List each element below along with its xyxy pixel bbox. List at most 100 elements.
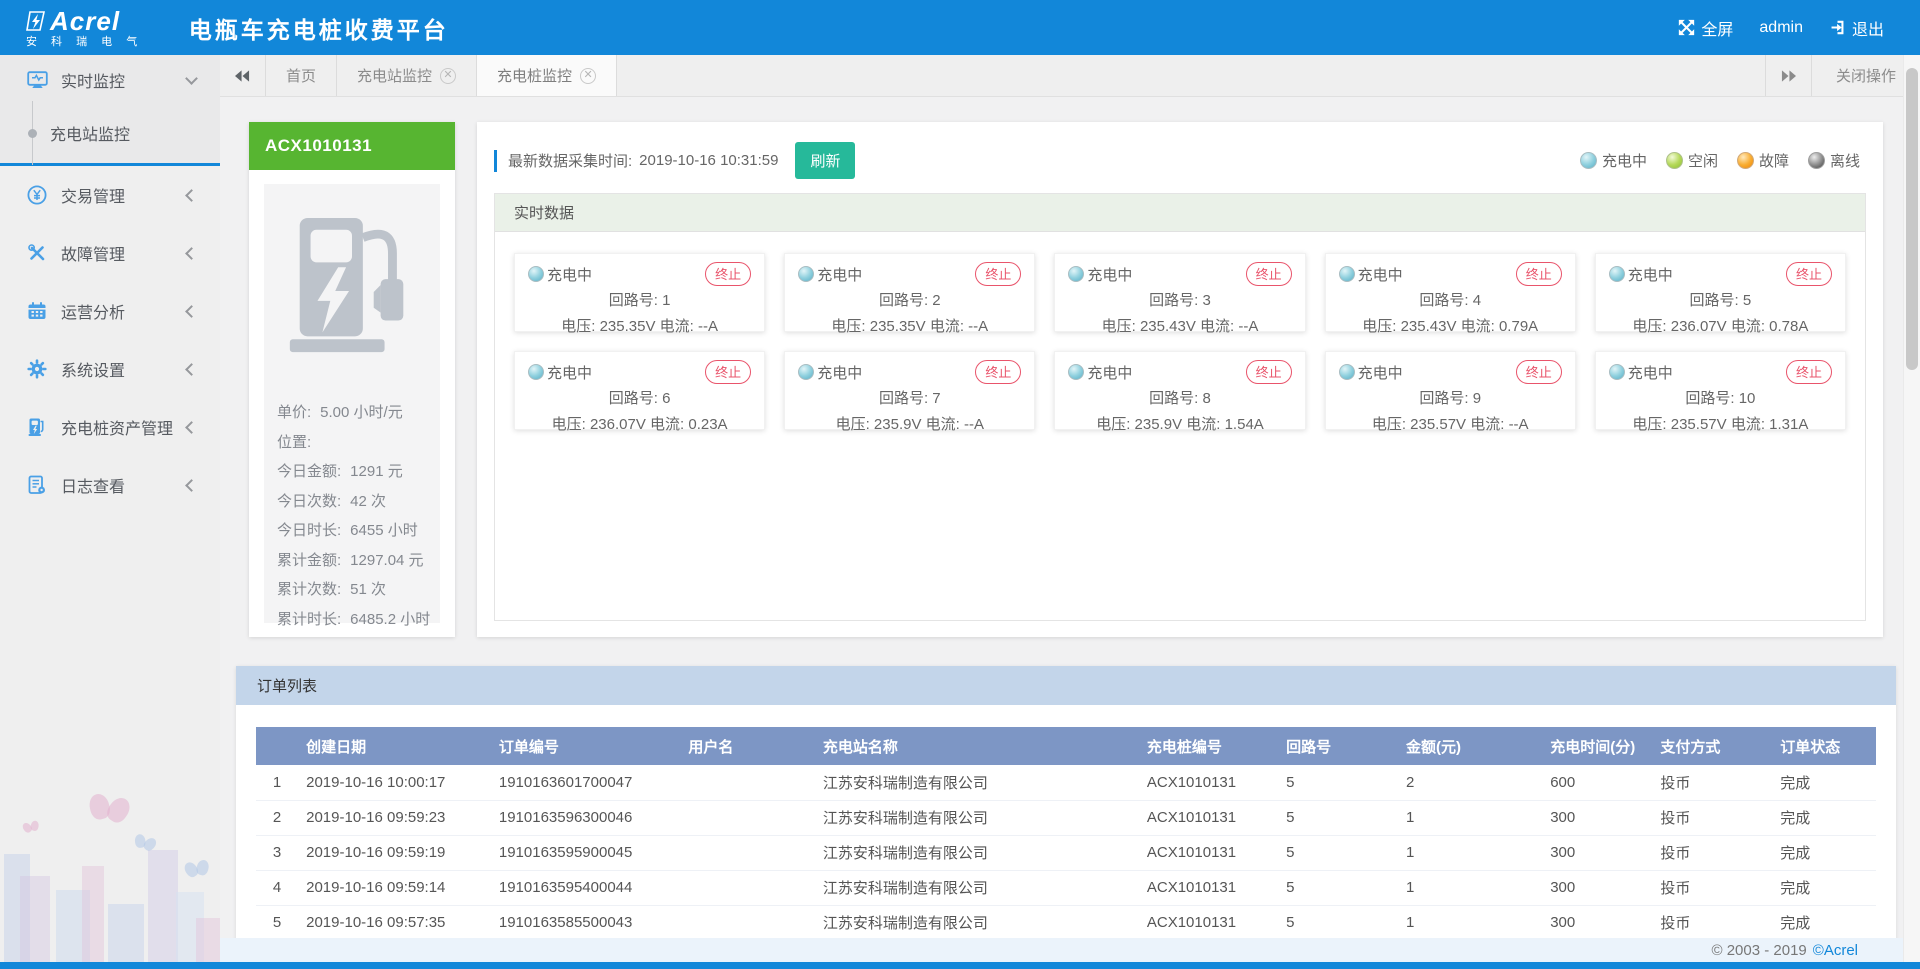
- status-dot-offline-icon: [1808, 152, 1825, 169]
- col-header-回路号: 回路号: [1278, 727, 1398, 765]
- circuit-measurements: 电压: 235.35V 电流: --A: [528, 315, 751, 336]
- legend-label: 充电中: [1602, 150, 1647, 171]
- circuit-measurements: 电压: 235.43V 电流: --A: [1068, 315, 1291, 336]
- orders-table-header-row: 创建日期订单编号用户名充电站名称充电桩编号回路号金额(元)充电时间(分)支付方式…: [256, 727, 1876, 765]
- tab-首页[interactable]: 首页: [266, 55, 337, 96]
- table-row: 22019-10-16 09:59:231910163596300046江苏安科…: [256, 800, 1876, 835]
- station-stat-row: 今日金额:1291 元: [277, 457, 427, 487]
- current-label: 电流:: [1731, 318, 1769, 335]
- terminate-button[interactable]: 终止: [1516, 360, 1562, 384]
- cell: 2019-10-16 09:57:35: [298, 905, 491, 938]
- logout-button[interactable]: 退出: [1821, 16, 1892, 40]
- sidebar-item-label: 实时监控: [61, 68, 187, 92]
- circuit-value: 3: [1202, 292, 1210, 309]
- cell: ACX1010131: [1139, 870, 1278, 905]
- legend-label: 空闲: [1688, 150, 1718, 171]
- brand-link[interactable]: ©Acrel: [1813, 942, 1858, 959]
- gear-icon: [26, 358, 48, 380]
- circuit-number: 回路号: 7: [798, 387, 1021, 408]
- chevron-left-icon: [185, 479, 198, 492]
- username[interactable]: admin: [1751, 19, 1811, 37]
- cell: 完成: [1772, 835, 1876, 870]
- legend-fault: 故障: [1737, 150, 1789, 171]
- fullscreen-button[interactable]: 全屏: [1670, 16, 1741, 40]
- terminate-button[interactable]: 终止: [1516, 262, 1562, 286]
- current-value: 0.78A: [1769, 318, 1808, 335]
- sidebar-item-4[interactable]: 系统设置: [0, 340, 220, 398]
- circuit-label: 回路号:: [1685, 390, 1738, 407]
- cell: 投币: [1652, 835, 1772, 870]
- terminate-button[interactable]: 终止: [975, 360, 1021, 384]
- cell: 1910163585500043: [491, 905, 681, 938]
- stat-label: 今日金额:: [277, 457, 341, 487]
- terminate-button[interactable]: 终止: [1786, 360, 1832, 384]
- col-header-用户名: 用户名: [680, 727, 814, 765]
- status-dot-charging-icon: [1609, 266, 1625, 282]
- order-list-title: 订单列表: [236, 666, 1896, 705]
- row-index: 1: [256, 765, 298, 800]
- cell: [680, 905, 814, 938]
- circuit-number: 回路号: 5: [1609, 289, 1832, 310]
- tab-充电桩监控[interactable]: 充电桩监控✕: [477, 55, 617, 96]
- terminate-button[interactable]: 终止: [705, 262, 751, 286]
- status-dot-fault-icon: [1737, 152, 1754, 169]
- current-value: --A: [1238, 318, 1258, 335]
- tab-充电站监控[interactable]: 充电站监控✕: [337, 55, 477, 96]
- sidebar-item-3[interactable]: 运营分析: [0, 282, 220, 340]
- row-index: 3: [256, 835, 298, 870]
- current-label: 电流:: [660, 318, 698, 335]
- cell: 完成: [1772, 800, 1876, 835]
- sidebar-item-2[interactable]: 故障管理: [0, 224, 220, 282]
- current-label: 电流:: [926, 416, 964, 433]
- cell: 1: [1398, 800, 1542, 835]
- sidebar-subitem-0-0[interactable]: 充电站监控: [0, 105, 220, 161]
- cell: 5: [1278, 835, 1398, 870]
- terminate-button[interactable]: 终止: [1246, 262, 1292, 286]
- circuit-status: 充电中: [547, 264, 592, 285]
- circuit-number: 回路号: 4: [1339, 289, 1562, 310]
- circuit-measurements: 电压: 235.9V 电流: 1.54A: [1068, 413, 1291, 434]
- voltage-value: 235.43V: [1401, 318, 1461, 335]
- refresh-button[interactable]: 刷新: [795, 142, 855, 179]
- sidebar-item-1[interactable]: 交易管理: [0, 166, 220, 224]
- cell: ACX1010131: [1139, 835, 1278, 870]
- terminate-button[interactable]: 终止: [1786, 262, 1832, 286]
- stat-value: 6485.2 小时: [350, 605, 430, 635]
- voltage-value: 236.07V: [590, 416, 650, 433]
- circuit-value: 1: [662, 292, 670, 309]
- current-label: 电流:: [1200, 318, 1238, 335]
- tab-close-icon[interactable]: ✕: [440, 68, 456, 84]
- scrollbar-thumb[interactable]: [1906, 68, 1918, 370]
- circuit-label: 回路号:: [1419, 292, 1472, 309]
- voltage-value: 235.57V: [1671, 416, 1731, 433]
- sidebar-item-5[interactable]: 充电桩资产管理: [0, 398, 220, 456]
- chevron-left-icon: [185, 421, 198, 434]
- terminate-button[interactable]: 终止: [1246, 360, 1292, 384]
- cell: 1910163595400044: [491, 870, 681, 905]
- sidebar-item-0[interactable]: 实时监控: [0, 55, 220, 105]
- circuit-number: 回路号: 1: [528, 289, 751, 310]
- sidebar-item-label: 充电桩资产管理: [61, 415, 187, 439]
- circuit-card-top: 充电中终止: [1068, 262, 1291, 286]
- vertical-scrollbar[interactable]: [1903, 55, 1920, 962]
- circuit-status: 充电中: [1628, 362, 1673, 383]
- monitor-icon: [26, 69, 48, 91]
- circuit-card-8: 充电中终止回路号: 8电压: 235.9V 电流: 1.54A: [1054, 351, 1305, 430]
- tab-close-icon[interactable]: ✕: [580, 68, 596, 84]
- scroll-tabs-left-button[interactable]: [220, 55, 266, 96]
- sidebar-item-6[interactable]: 日志查看: [0, 456, 220, 514]
- circuit-status: 充电中: [1358, 264, 1403, 285]
- scroll-tabs-right-button[interactable]: [1765, 55, 1811, 96]
- circuit-card-2: 充电中终止回路号: 2电压: 235.35V 电流: --A: [784, 253, 1035, 332]
- stat-label: 今日时长:: [277, 516, 341, 546]
- terminate-button[interactable]: 终止: [705, 360, 751, 384]
- bottom-blue-strip: [0, 962, 1920, 969]
- charging-pile-icon: [278, 214, 426, 362]
- voltage-label: 电压:: [1372, 416, 1410, 433]
- station-stats-list: 单价:5.00 小时/元位置:今日金额:1291 元今日次数:42 次今日时长:…: [277, 398, 427, 634]
- status-legend: 充电中空闲故障离线: [1580, 150, 1866, 171]
- circuit-card-top: 充电中 终止: [528, 262, 751, 286]
- terminate-button[interactable]: 终止: [975, 262, 1021, 286]
- cell: 江苏安科瑞制造有限公司: [815, 800, 1139, 835]
- logout-label: 退出: [1852, 16, 1884, 40]
